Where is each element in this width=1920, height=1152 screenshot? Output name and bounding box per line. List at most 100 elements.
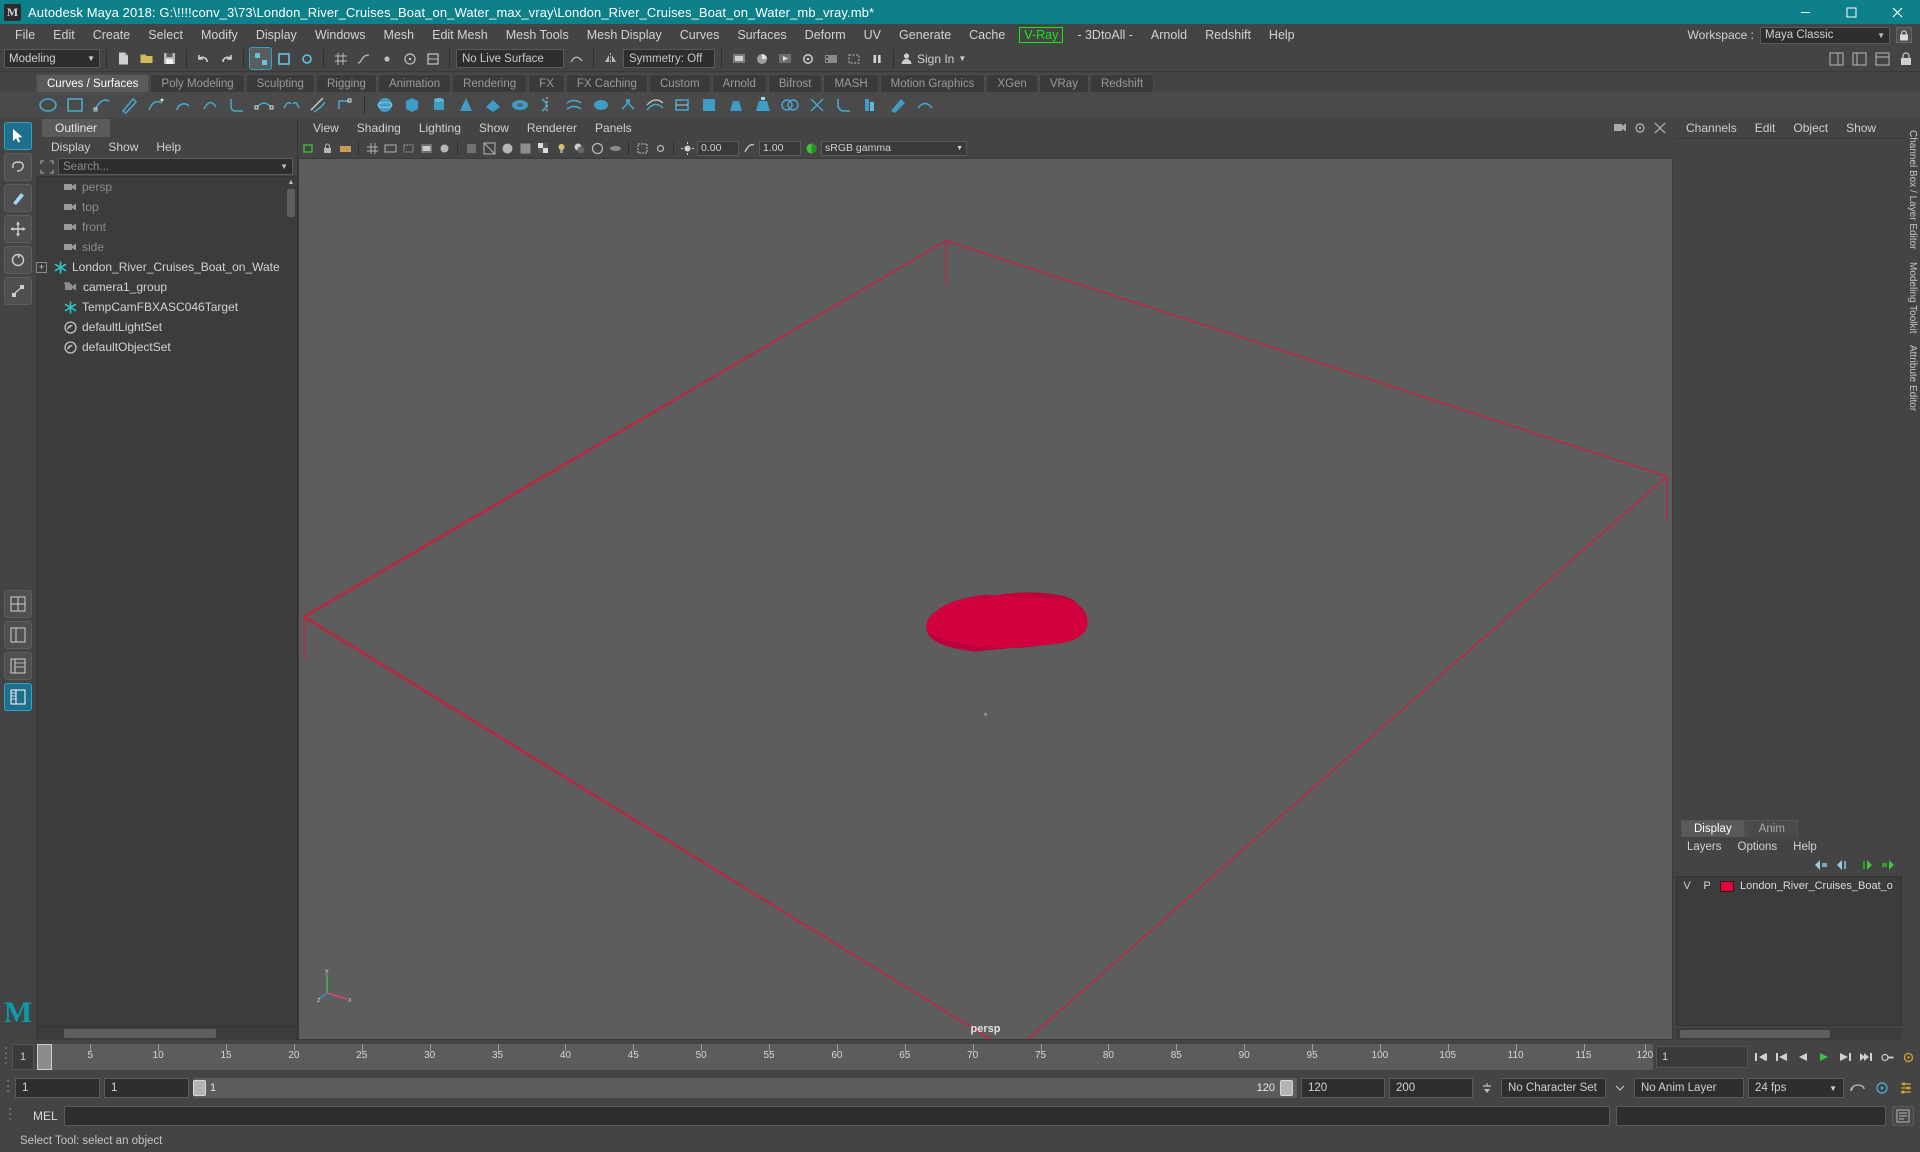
expand-toggle-icon[interactable]: +: [36, 261, 47, 273]
drag-handle[interactable]: [6, 1102, 13, 1130]
render-region-icon[interactable]: [843, 48, 864, 69]
shelf-tab-mash[interactable]: MASH: [823, 74, 879, 92]
drag-handle[interactable]: [2, 1040, 9, 1074]
paint-selection-tool-button[interactable]: [4, 184, 32, 212]
tab-channels[interactable]: Channels: [1677, 119, 1746, 137]
persp-outliner-layout-button[interactable]: [4, 652, 32, 680]
playback-range-icon[interactable]: [1477, 1078, 1497, 1098]
select-mask-icon[interactable]: [652, 140, 668, 156]
time-slider-playhead[interactable]: [37, 1044, 52, 1070]
select-by-object-icon[interactable]: [273, 48, 294, 69]
snap-to-view-plane-icon[interactable]: [422, 48, 443, 69]
play-backwards-icon[interactable]: [1793, 1047, 1813, 1067]
layer-prev-key-icon[interactable]: [1836, 859, 1851, 871]
viewport-menu-shading[interactable]: Shading: [348, 119, 410, 137]
outliner-menu-help[interactable]: Help: [147, 138, 190, 156]
pencil-curve-tool-icon[interactable]: [117, 94, 140, 117]
menu-cache[interactable]: Cache: [960, 26, 1014, 44]
fillet-curve-icon[interactable]: [225, 94, 248, 117]
scroll-up-icon[interactable]: ▲: [285, 177, 297, 187]
layer-prev-icon[interactable]: [1814, 859, 1829, 871]
outliner-item-persp[interactable]: persp: [36, 177, 297, 197]
anim-layer-select[interactable]: No Anim Layer: [1634, 1078, 1744, 1098]
intersect-surfaces-icon[interactable]: [778, 94, 801, 117]
current-frame-field[interactable]: 1: [1656, 1046, 1748, 1068]
menu-vray[interactable]: V-Ray: [1019, 27, 1064, 43]
planar-surface-icon[interactable]: [589, 94, 612, 117]
shelf-tab-rigging[interactable]: Rigging: [315, 74, 377, 92]
color-management-select[interactable]: sRGB gamma ▼: [821, 140, 967, 156]
playback-speed-select[interactable]: 24 fps ▼: [1748, 1078, 1844, 1098]
range-start-field[interactable]: 1: [15, 1078, 100, 1098]
bezier-curve-tool-icon[interactable]: [144, 94, 167, 117]
channel-box-body[interactable]: [1673, 138, 1905, 818]
snap-to-curve-icon[interactable]: [353, 48, 374, 69]
nurbs-cube-icon[interactable]: [400, 94, 423, 117]
curve-tool-icon[interactable]: [198, 94, 221, 117]
character-set-menu-icon[interactable]: [1610, 1078, 1630, 1098]
surface-editing-icon[interactable]: [886, 94, 909, 117]
rotate-tool-button[interactable]: [4, 246, 32, 274]
boundary-icon[interactable]: [670, 94, 693, 117]
render-sequence-icon[interactable]: [820, 48, 841, 69]
outliner-vertical-scrollbar[interactable]: ▲: [285, 177, 297, 1026]
layer-list-horizontal-scrollbar[interactable]: [1676, 1028, 1902, 1040]
perspective-viewport[interactable]: y x z persp: [298, 158, 1673, 1040]
outliner-item-london-river-cruises-boat[interactable]: + London_River_Cruises_Boat_on_Wate: [36, 257, 297, 277]
vtab-attribute-editor[interactable]: Attribute Editor: [1907, 339, 1918, 417]
tab-object[interactable]: Object: [1784, 119, 1837, 137]
shelf-tab-bifrost[interactable]: Bifrost: [767, 74, 823, 92]
trim-tool-icon[interactable]: [805, 94, 828, 117]
surface-fillet-icon[interactable]: [832, 94, 855, 117]
menu-mesh-display[interactable]: Mesh Display: [578, 26, 671, 44]
undo-icon[interactable]: [193, 48, 214, 69]
shelf-tab-redshift[interactable]: Redshift: [1089, 74, 1155, 92]
select-by-component-icon[interactable]: [296, 48, 317, 69]
menu-display[interactable]: Display: [247, 26, 306, 44]
lasso-tool-button[interactable]: [4, 153, 32, 181]
textured-icon[interactable]: [535, 140, 551, 156]
range-end-field[interactable]: 200: [1389, 1078, 1473, 1098]
attach-curves-icon[interactable]: [252, 94, 275, 117]
outliner-item-default-light-set[interactable]: defaultLightSet: [36, 317, 297, 337]
redo-icon[interactable]: [216, 48, 237, 69]
rebuild-curve-icon[interactable]: [333, 94, 356, 117]
playback-loop-icon[interactable]: [1848, 1078, 1868, 1098]
render-settings-icon[interactable]: [797, 48, 818, 69]
drag-handle[interactable]: [4, 1074, 11, 1102]
shelf-tab-fx[interactable]: FX: [528, 74, 565, 92]
workspace-select[interactable]: Maya Classic ▼: [1760, 26, 1890, 44]
scroll-thumb[interactable]: [287, 189, 295, 217]
pause-render-icon[interactable]: [866, 48, 887, 69]
make-live-icon[interactable]: [566, 48, 587, 69]
layer-menu-layers[interactable]: Layers: [1679, 840, 1730, 854]
layer-tab-anim[interactable]: Anim: [1745, 820, 1798, 837]
tab-edit[interactable]: Edit: [1746, 119, 1785, 137]
nurbs-plane-icon[interactable]: [481, 94, 504, 117]
shelf-tab-vray[interactable]: VRay: [1038, 74, 1089, 92]
attach-surfaces-icon[interactable]: [913, 94, 936, 117]
menu-curves[interactable]: Curves: [671, 26, 729, 44]
bevel-plus-icon[interactable]: [751, 94, 774, 117]
sign-in-button[interactable]: Sign In ▼: [900, 52, 966, 66]
shelf-tab-rendering[interactable]: Rendering: [452, 74, 528, 92]
menu-edit-mesh[interactable]: Edit Mesh: [423, 26, 497, 44]
viewport-menu-renderer[interactable]: Renderer: [518, 119, 586, 137]
menu-modify[interactable]: Modify: [192, 26, 247, 44]
time-slider-track[interactable]: 5 10 15 20 25 30 35 40 45 50 55 60 65 70 75 80 85 90 95 100…: [37, 1044, 1653, 1070]
command-input[interactable]: [63, 1106, 1610, 1126]
search-input[interactable]: Search... ▼: [58, 158, 293, 175]
extrude-icon[interactable]: [616, 94, 639, 117]
step-forward-icon[interactable]: [1835, 1047, 1855, 1067]
select-camera-icon[interactable]: [301, 140, 317, 156]
outliner-persp-layout-button[interactable]: [4, 683, 32, 711]
loft-icon[interactable]: [562, 94, 585, 117]
nurbs-circle-icon[interactable]: [36, 94, 59, 117]
range-end-handle[interactable]: [1280, 1080, 1293, 1096]
shelf-tab-curves-surfaces[interactable]: Curves / Surfaces: [36, 74, 150, 92]
menu-windows[interactable]: Windows: [306, 26, 375, 44]
exposure-toggle-icon[interactable]: [436, 140, 452, 156]
range-start-handle[interactable]: [193, 1080, 206, 1096]
layer-menu-options[interactable]: Options: [1730, 840, 1786, 854]
birail-icon[interactable]: [643, 94, 666, 117]
